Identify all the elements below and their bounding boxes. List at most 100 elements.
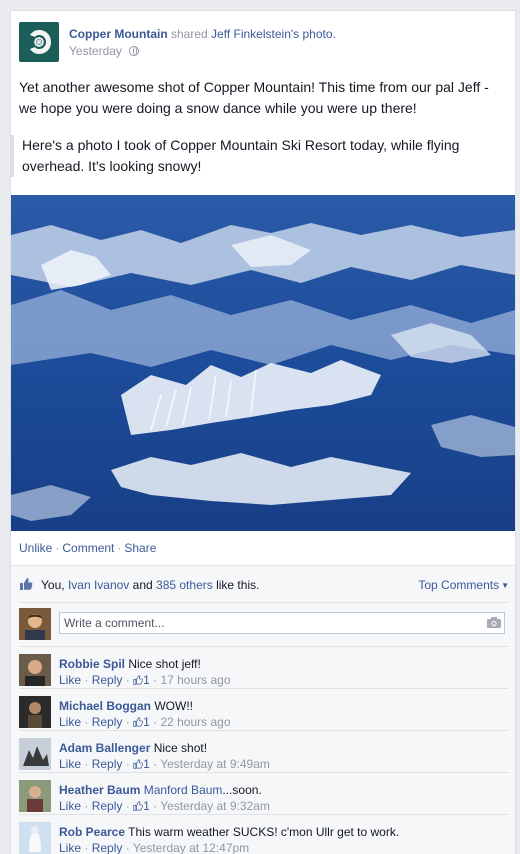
comment-like-link[interactable]: Like [59,841,81,854]
comment-body: Heather Baum Manford Baum...soon. Like ·… [59,782,507,814]
comment-body: Rob Pearce This warm weather SUCKS! c'mo… [59,824,507,854]
feedback-section: You, Ivan Ivanov and 385 others like thi… [11,565,515,854]
comment-like-link[interactable]: Like [59,715,81,729]
unlike-link[interactable]: Unlike [19,541,52,555]
shared-author-link[interactable]: Jeff Finkelstein [211,27,291,41]
comment-reply-link[interactable]: Reply [92,715,123,729]
separator: · [125,715,130,729]
comment-text: WOW!! [154,699,194,713]
comment-like-link[interactable]: Like [59,673,81,687]
comment-like-count[interactable]: 1 [133,799,150,813]
thumbs-up-icon [20,578,33,590]
separator: · [125,757,130,771]
avatar[interactable] [19,822,51,854]
comment-time[interactable]: Yesterday at 9:32am [160,799,270,813]
post-photo[interactable] [11,195,515,531]
comment-text: ...soon. [222,783,262,797]
thumbs-up-icon [133,759,143,769]
separator: · [153,673,158,687]
comment-time[interactable]: Yesterday at 9:49am [160,757,270,771]
comment-body: Robbie Spil Nice shot jeff! Like · Reply… [59,656,507,688]
comment-reply-link[interactable]: Reply [92,799,123,813]
top-comments-dropdown[interactable]: Top Comments ▼ [418,578,509,592]
separator: · [55,541,60,555]
comment-author[interactable]: Heather Baum [59,783,140,797]
globe-icon[interactable] [129,46,140,56]
separator: · [125,799,130,813]
separator: · [125,673,130,687]
comment-like-link[interactable]: Like [59,799,81,813]
post-timestamp[interactable]: Yesterday [69,44,122,58]
likes-friend-link[interactable]: Ivan Ivanov [68,578,129,592]
separator: · [117,541,122,555]
separator: · [153,757,158,771]
like-count: 1 [143,673,150,687]
comment-item: Heather Baum Manford Baum...soon. Like ·… [19,772,509,813]
comment-author[interactable]: Michael Boggan [59,699,151,713]
shared-suffix[interactable]: 's photo. [291,27,336,41]
comment-like-count[interactable]: 1 [133,757,150,771]
comment-item: Adam Ballenger Nice shot! Like · Reply ·… [19,730,509,771]
comment-reply-link[interactable]: Reply [92,841,123,854]
page-avatar[interactable] [19,22,59,62]
likes-row: You, Ivan Ivanov and 385 others like thi… [19,577,509,595]
comment-item: Michael Boggan WOW!! Like · Reply · 1 · … [19,688,509,729]
avatar[interactable] [19,608,51,640]
comment-reply-link[interactable]: Reply [92,757,123,771]
comment-time[interactable]: Yesterday at 12:47pm [133,841,249,854]
likes-summary: You, Ivan Ivanov and 385 others like thi… [41,578,259,592]
separator: · [153,799,158,813]
comment-reply-link[interactable]: Reply [92,673,123,687]
like-count: 1 [143,799,150,813]
comment-link[interactable]: Comment [62,541,114,555]
comment-item: Rob Pearce This warm weather SUCKS! c'mo… [19,814,509,854]
post-text: Yet another awesome shot of Copper Mount… [19,79,489,116]
separator: · [84,799,89,813]
separator: · [84,841,89,854]
post-card: Copper Mountain shared Jeff Finkelstein'… [10,10,516,854]
comment-author[interactable]: Rob Pearce [59,825,125,839]
camera-icon[interactable] [487,617,501,628]
comment-text: Nice shot! [153,741,208,755]
avatar[interactable] [19,654,51,686]
comment-text: This warm weather SUCKS! c'mon Ullr get … [128,825,400,839]
comment-composer [19,602,509,640]
comment-body: Adam Ballenger Nice shot! Like · Reply ·… [59,740,507,772]
separator: · [84,673,89,687]
shared-quote: Here's a photo I took of Copper Mountain… [11,135,511,177]
separator: · [84,715,89,729]
comment-time[interactable]: 17 hours ago [160,673,230,687]
comment-text: Nice shot jeff! [128,657,201,671]
likes-you: You, [41,578,65,592]
comment-item: Robbie Spil Nice shot jeff! Like · Reply… [19,646,509,687]
like-count: 1 [143,715,150,729]
comment-like-link[interactable]: Like [59,757,81,771]
comment-input[interactable] [59,612,505,634]
likes-suffix: like this. [216,578,260,592]
thumbs-up-icon [133,675,143,685]
avatar[interactable] [19,696,51,728]
separator: · [125,841,130,854]
likes-others-link[interactable]: 385 others [156,578,213,592]
comment-like-count[interactable]: 1 [133,715,150,729]
comment-like-count[interactable]: 1 [133,673,150,687]
share-link[interactable]: Share [124,541,156,555]
comment-author[interactable]: Adam Ballenger [59,741,150,755]
comment-mention-link[interactable]: Manford Baum [144,783,223,797]
thumbs-up-icon [133,801,143,811]
avatar[interactable] [19,780,51,812]
avatar[interactable] [19,738,51,770]
thumbs-up-icon [133,717,143,727]
top-comments-label: Top Comments [418,578,500,592]
comment-author[interactable]: Robbie Spil [59,657,125,671]
shared-label: shared [171,27,208,41]
post-actions: Unlike · Comment · Share [19,541,156,555]
comment-time[interactable]: 22 hours ago [160,715,230,729]
header-text: Copper Mountain shared Jeff Finkelstein'… [69,26,336,60]
likes-and: and [132,578,153,592]
separator: · [84,757,89,771]
post-header: Copper Mountain shared Jeff Finkelstein'… [19,22,499,62]
chevron-down-icon: ▼ [501,581,509,590]
page-name-link[interactable]: Copper Mountain [69,27,168,41]
like-count: 1 [143,757,150,771]
